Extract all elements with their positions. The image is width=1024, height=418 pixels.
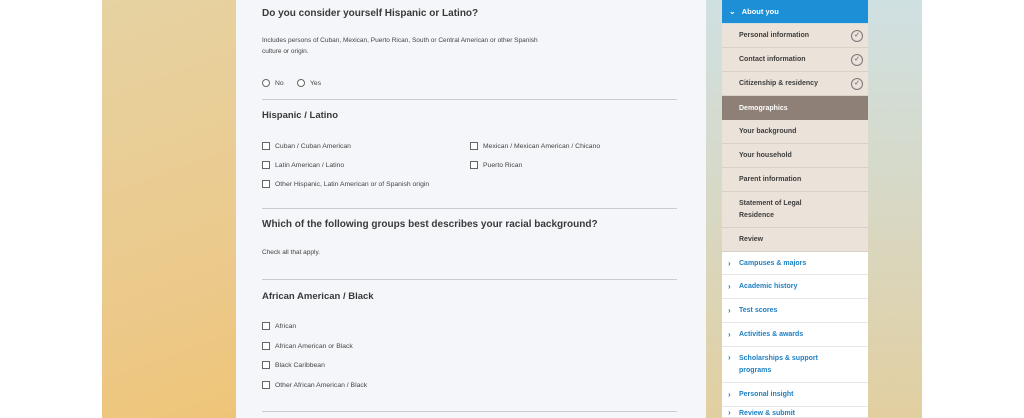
nav-item-label: Demographics — [739, 104, 788, 112]
radio-no[interactable]: No — [262, 79, 284, 87]
nav-section-activities-awards[interactable]: › Activities & awards — [722, 323, 868, 347]
checkbox-cuban[interactable]: Cuban / Cuban American — [262, 142, 351, 150]
radio-circle[interactable] — [262, 79, 270, 87]
nav-section-label: Test scores — [739, 307, 778, 314]
chevron-right-icon: › — [728, 353, 731, 362]
checkbox-box[interactable] — [262, 342, 270, 350]
divider — [262, 99, 677, 100]
checkbox-box[interactable] — [262, 361, 270, 369]
nav-section-label: Personal insight — [739, 391, 794, 398]
nav-section-label-line2: programs — [739, 366, 772, 374]
nav-item-label: Personal information — [739, 32, 810, 39]
checkbox-latin-american[interactable]: Latin American / Latino — [262, 161, 344, 169]
nav-section-personal-insight[interactable]: › Personal insight — [722, 383, 868, 407]
nav-item-label: Contact information — [739, 56, 806, 63]
checkbox-label: Black Caribbean — [275, 361, 325, 369]
checkbox-other-hispanic[interactable]: Other Hispanic, Latin American or of Spa… — [262, 180, 429, 188]
chevron-right-icon: › — [728, 330, 731, 339]
checkbox-label: Mexican / Mexican American / Chicano — [483, 142, 601, 150]
nav-section-label: Scholarships & support — [739, 354, 818, 362]
checkmark-icon: ✓ — [851, 77, 863, 90]
nav-section-label: Review & submit — [739, 410, 796, 417]
help-line-1: Includes persons of Cuban, Mexican, Puer… — [262, 37, 538, 44]
nav-section-label: Campuses & majors — [739, 259, 807, 267]
checkbox-label: Puerto Rican — [483, 161, 523, 169]
radio-no-label: No — [275, 79, 284, 87]
nav-item-personal-information[interactable]: Personal information ✓ — [722, 24, 868, 48]
checkmark-icon: ✓ — [851, 29, 863, 42]
nav-item-contact-information[interactable]: Contact information ✓ — [722, 48, 868, 72]
nav-item-your-household[interactable]: Your household — [722, 144, 868, 168]
checkbox-box[interactable] — [262, 180, 270, 188]
checkbox-label: African — [275, 322, 297, 330]
nav-section-label: Academic history — [739, 283, 798, 290]
checkbox-other-african[interactable]: Other African American / Black — [262, 381, 367, 389]
chevron-right-icon: › — [728, 408, 731, 417]
nav-item-parent-information[interactable]: Parent information — [722, 168, 868, 192]
checkbox-box[interactable] — [262, 381, 270, 389]
hispanic-question-title: Do you consider yourself Hispanic or Lat… — [262, 8, 479, 19]
chevron-right-icon: › — [728, 390, 731, 399]
demographics-form — [236, 0, 706, 418]
checkbox-label: African American or Black — [275, 342, 353, 350]
application-sidebar: ⌄ About you Personal information ✓ Conta… — [722, 0, 868, 418]
checkbox-box[interactable] — [262, 322, 270, 330]
hispanic-question-help: Includes persons of Cuban, Mexican, Puer… — [262, 35, 592, 57]
chevron-down-icon: ⌄ — [729, 7, 736, 16]
nav-item-label: Parent information — [739, 176, 802, 183]
checkbox-box[interactable] — [470, 161, 478, 169]
nav-item-demographics[interactable]: Demographics — [722, 96, 868, 120]
chevron-right-icon: › — [728, 282, 731, 291]
race-question-help: Check all that apply. — [262, 249, 321, 256]
checkbox-box[interactable] — [470, 142, 478, 150]
checkbox-label: Cuban / Cuban American — [275, 142, 351, 150]
nav-section-academic-history[interactable]: › Academic history — [722, 275, 868, 299]
checkbox-mexican[interactable]: Mexican / Mexican American / Chicano — [470, 142, 600, 150]
nav-item-statement-legal-residence[interactable]: Statement of Legal Residence — [722, 192, 868, 228]
checkmark-icon: ✓ — [851, 53, 863, 66]
hispanic-heading: Hispanic / Latino — [262, 110, 339, 121]
nav-item-review[interactable]: Review — [722, 228, 868, 252]
checkbox-label: Other Hispanic, Latin American or of Spa… — [275, 180, 430, 188]
nav-item-label: Statement of Legal — [739, 199, 802, 207]
nav-item-label: Your background — [739, 128, 797, 135]
checkbox-box[interactable] — [262, 142, 270, 150]
radio-circle[interactable] — [297, 79, 305, 87]
nav-section-label: Activities & awards — [739, 331, 804, 338]
nav-section-campuses-majors[interactable]: › Campuses & majors — [722, 252, 868, 275]
radio-yes-label: Yes — [310, 79, 322, 87]
checkbox-label: Other African American / Black — [275, 381, 368, 389]
nav-section-test-scores[interactable]: › Test scores — [722, 299, 868, 323]
checkbox-black-caribbean[interactable]: Black Caribbean — [262, 361, 325, 369]
checkbox-puerto-rican[interactable]: Puerto Rican — [470, 161, 522, 169]
help-line-2: culture or origin. — [262, 48, 309, 55]
nav-section-scholarships[interactable]: › Scholarships & support programs — [722, 347, 868, 383]
nav-section-label: About you — [741, 7, 779, 16]
african-heading: African American / Black — [262, 291, 374, 302]
nav-item-label: Citizenship & residency — [739, 80, 818, 87]
nav-item-your-background[interactable]: Your background — [722, 120, 868, 144]
chevron-right-icon: › — [728, 306, 731, 315]
checkbox-african[interactable]: African — [262, 322, 296, 330]
nav-item-label-line2: Residence — [739, 211, 775, 219]
checkbox-african-american[interactable]: African American or Black — [262, 342, 353, 350]
divider — [262, 208, 677, 209]
nav-item-label: Review — [739, 236, 764, 243]
checkbox-label: Latin American / Latino — [275, 161, 345, 169]
nav-section-review-submit[interactable]: › Review & submit — [722, 407, 868, 418]
checkbox-box[interactable] — [262, 161, 270, 169]
nav-section-about-you[interactable]: ⌄ About you — [722, 0, 868, 23]
nav-item-citizenship-residency[interactable]: Citizenship & residency ✓ — [722, 72, 868, 96]
radio-yes[interactable]: Yes — [297, 79, 321, 87]
divider — [262, 279, 677, 280]
chevron-right-icon: › — [728, 258, 731, 268]
race-question-title: Which of the following groups best descr… — [262, 219, 598, 230]
nav-item-label: Your household — [739, 152, 792, 159]
divider — [262, 411, 677, 412]
